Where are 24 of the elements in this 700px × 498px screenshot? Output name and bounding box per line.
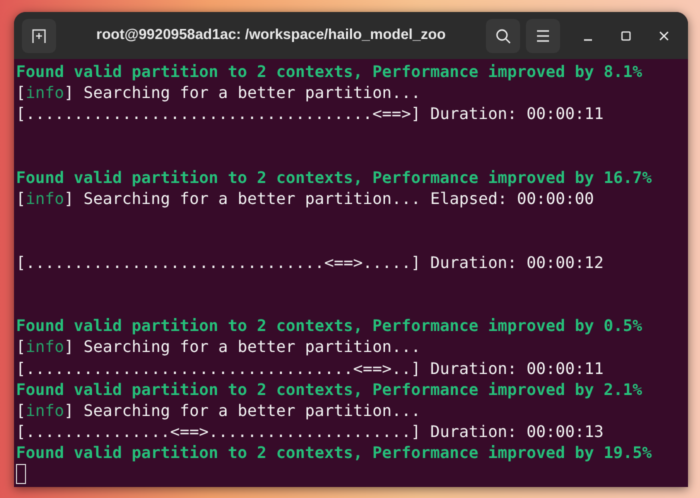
terminal-line: [..................................<==>..] Duration: 00:00:11 [16,358,604,378]
terminal-line: [info] Searching for a better partition... Elapsed: 00:00:00 [16,189,594,208]
terminal-line: Found valid partition to 2 contexts, Performance improved by 8.1% [16,62,642,81]
window-title: root@9920958ad1ac: /workspace/hailo_model_zoo [96,26,446,45]
terminal-line: Found valid partition to 2 contexts, Performance improved by 0.5% [16,316,642,336]
maximize-icon [621,30,631,40]
new-tab-button[interactable] [22,18,56,52]
terminal-line: Found valid partition to 2 contexts, Performance improved by 2.1% [16,380,642,399]
terminal-line: Found valid partition to 2 contexts, Performance improved by 19.5% [16,443,652,462]
text-cursor [16,464,26,484]
search-icon [495,28,511,44]
new-tab-icon [31,28,47,44]
terminal-line: [info] Searching for a better partition... [16,401,421,420]
terminal-line: [....................................<==>] Duration: 00:00:11 [16,104,604,124]
terminal-line: [info] Searching for a better partition... [16,83,421,102]
close-icon [659,30,669,40]
minimize-icon [583,38,593,40]
menu-button[interactable] [526,18,560,52]
search-button[interactable] [486,18,520,52]
terminal-line: [...............<==>.....................] Duration: 00:00:13 [16,422,604,442]
terminal-line: Found valid partition to 2 contexts, Performance improved by 16.7% [16,168,652,187]
menu-icon [536,30,550,42]
terminal-line: [info] Searching for a better partition... [16,337,421,356]
terminal-line: [...............................<==>.....] Duration: 00:00:12 [16,252,604,272]
